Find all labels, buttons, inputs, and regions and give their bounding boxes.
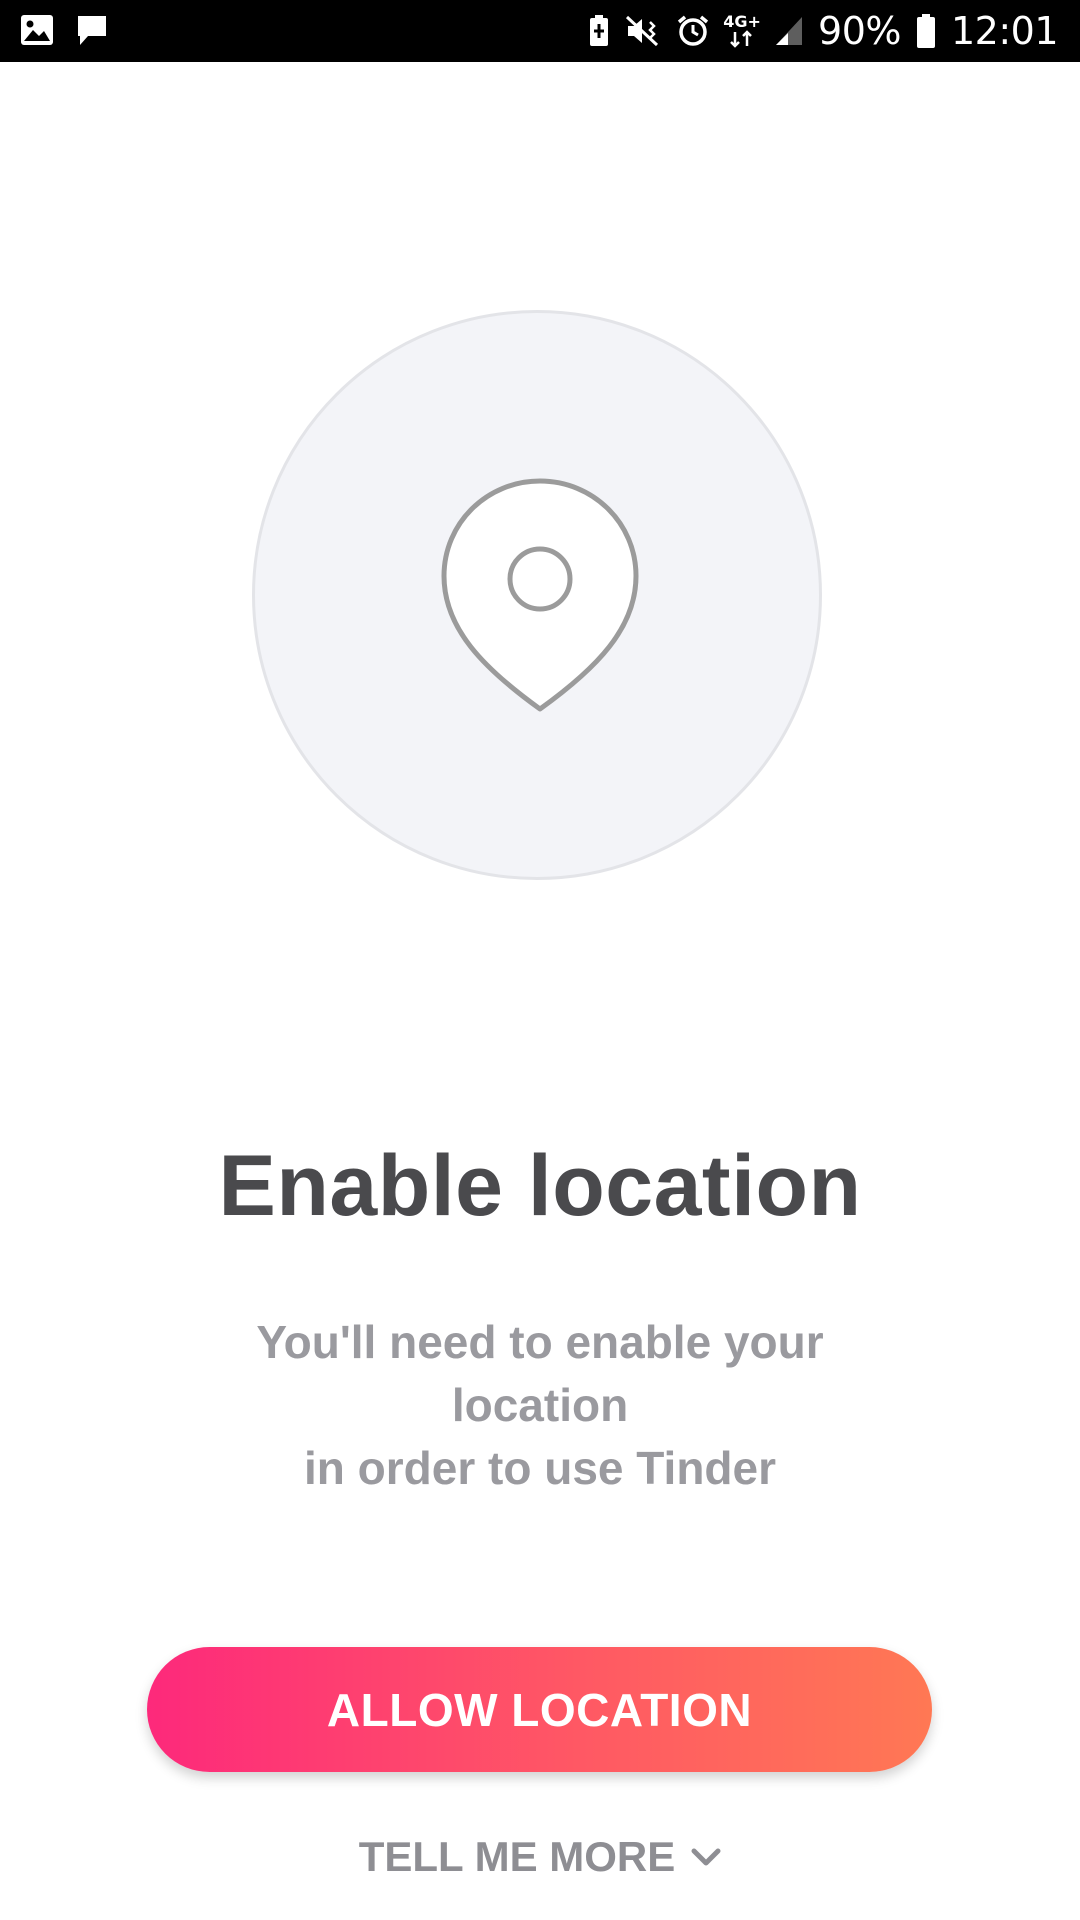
- location-pin-icon: [441, 478, 639, 719]
- vibrate-mute-icon: [624, 14, 662, 48]
- battery-saver-icon: [588, 14, 610, 48]
- description: You'll need to enable your location in o…: [200, 1311, 880, 1500]
- status-bar-right: 4G+ 90% 12:01: [588, 8, 1059, 54]
- description-line: You'll need to enable your: [256, 1316, 824, 1368]
- status-bar-left: [20, 14, 108, 48]
- message-icon: [76, 14, 108, 48]
- signal-icon: [774, 15, 804, 47]
- location-permission-screen: 4G+ 90% 12:01 Enable location You'll nee…: [0, 0, 1080, 1920]
- gallery-icon: [20, 14, 54, 48]
- allow-location-button[interactable]: ALLOW LOCATION: [147, 1647, 932, 1772]
- page-title: Enable location: [218, 1138, 862, 1234]
- tell-me-more-label: TELL ME MORE: [358, 1833, 676, 1880]
- battery-icon: [915, 13, 937, 49]
- network-4g-plus-icon: 4G+: [723, 14, 761, 48]
- tell-me-more-button[interactable]: TELL ME MORE: [0, 1830, 1080, 1884]
- clock: 12:01: [950, 9, 1059, 53]
- description-line: location: [451, 1379, 629, 1431]
- chevron-down-icon: [691, 1847, 721, 1867]
- battery-percent: 90%: [818, 9, 901, 53]
- description-line: in order to use Tinder: [304, 1442, 776, 1494]
- status-bar: 4G+ 90% 12:01: [0, 0, 1080, 62]
- alarm-icon: [676, 14, 710, 48]
